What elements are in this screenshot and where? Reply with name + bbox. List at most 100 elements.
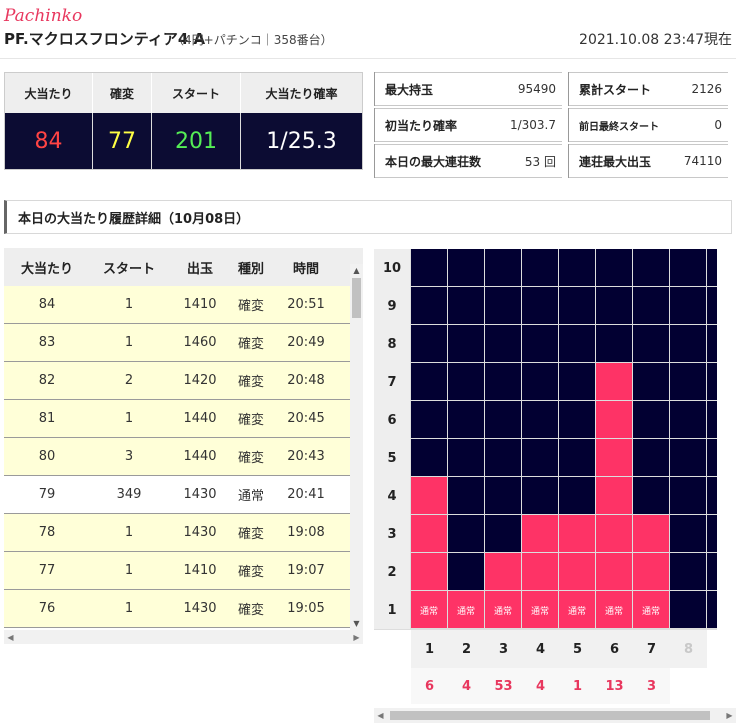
graph-bar-cell — [596, 401, 632, 438]
graph-empty-cell — [522, 249, 558, 286]
history-cell-hit: 80 — [38, 449, 56, 464]
graph-x-label: 6 — [596, 630, 633, 668]
history-cell-hit: 78 — [38, 525, 56, 540]
history-cell-time: 20:45 — [287, 411, 325, 426]
summary-header-start: スタート — [152, 73, 241, 113]
graph-chain-count: 4 — [448, 668, 485, 704]
stat-max-chain-payout: 連荘最大出玉 74110 — [568, 144, 728, 178]
table-row: 81 1 1440 確変 20:45 — [4, 400, 363, 438]
table-row: 78 1 1430 確変 19:08 — [4, 514, 363, 552]
graph-empty-cell — [633, 477, 669, 514]
graph-bar-cell — [559, 553, 595, 590]
graph-empty-cell — [448, 477, 484, 514]
history-cell-type: 確変 — [237, 413, 264, 428]
graph-empty-cell — [522, 401, 558, 438]
graph-empty-cell — [559, 401, 595, 438]
history-cell-payout: 1460 — [183, 335, 217, 350]
graph-horizontal-scrollbar[interactable]: ◀ ▶ — [374, 708, 736, 723]
scroll-thumb[interactable] — [352, 278, 361, 318]
history-cell-start: 1 — [124, 525, 134, 540]
history-col-time: 時間 — [292, 261, 319, 277]
graph-empty-cell — [559, 477, 595, 514]
graph-empty-cell — [448, 553, 484, 590]
graph-empty-cell — [707, 287, 717, 324]
graph-empty-cell — [559, 325, 595, 362]
graph-empty-cell — [411, 325, 447, 362]
graph-empty-cell — [559, 287, 595, 324]
graph-empty-cell — [448, 515, 484, 552]
summary-header-kakuhen: 確変 — [93, 73, 152, 113]
stat-value: 1/303.7 — [509, 118, 556, 132]
graph-y-label: 1 — [374, 591, 410, 629]
history-cell-hit: 77 — [38, 563, 56, 578]
graph-empty-cell — [596, 249, 632, 286]
graph-empty-cell — [522, 477, 558, 514]
history-cell-start: 1 — [124, 335, 134, 350]
graph-empty-cell — [707, 249, 717, 286]
scroll-down-arrow-icon[interactable]: ▼ — [350, 617, 363, 630]
graph-empty-cell — [707, 477, 717, 514]
history-cell-hit: 83 — [38, 335, 56, 350]
graph-bar-cell — [596, 363, 632, 400]
graph-x-label: 7 — [633, 630, 670, 668]
scroll-thumb[interactable] — [390, 711, 710, 720]
history-cell-type: 通常 — [237, 489, 264, 504]
graph-empty-cell — [411, 249, 447, 286]
graph-bar-cell: 通常 — [411, 591, 447, 628]
graph-bar-cell: 通常 — [448, 591, 484, 628]
graph-empty-cell — [411, 401, 447, 438]
graph-empty-cell — [522, 439, 558, 476]
graph-empty-cell — [633, 439, 669, 476]
history-horizontal-scrollbar[interactable]: ◀ ▶ — [4, 630, 363, 644]
graph-bar-cell — [485, 553, 521, 590]
graph-empty-cell — [448, 249, 484, 286]
graph-empty-cell — [596, 325, 632, 362]
graph-chain-count: 13 — [596, 668, 633, 704]
graph-bar-cell — [596, 439, 632, 476]
graph-bar-cell — [596, 515, 632, 552]
history-cell-time: 19:05 — [287, 601, 325, 616]
graph-chain-count: 4 — [522, 668, 559, 704]
stat-value: 95490 — [517, 82, 556, 96]
graph-empty-cell — [485, 401, 521, 438]
graph-bar-cell — [411, 553, 447, 590]
graph-bar-cell — [559, 515, 595, 552]
history-col-start: スタート — [102, 261, 155, 277]
history-cell-type: 確変 — [237, 337, 264, 352]
graph-empty-cell — [448, 325, 484, 362]
graph-empty-cell — [670, 477, 706, 514]
graph-empty-cell — [633, 287, 669, 324]
scroll-right-arrow-icon[interactable]: ▶ — [350, 630, 363, 644]
scroll-right-arrow-icon[interactable]: ▶ — [723, 708, 736, 723]
history-cell-hit: 82 — [38, 373, 56, 388]
graph-bar-type-label: 通常 — [567, 607, 586, 617]
history-cell-time: 20:48 — [287, 373, 325, 388]
history-cell-time: 19:07 — [287, 563, 325, 578]
header-divider — [0, 58, 736, 59]
history-cell-payout: 1410 — [183, 297, 217, 312]
history-list[interactable]: 大当たり スタート 出玉 種別 時間 84 1 1410 確変 20:51 83 1 1460… — [4, 248, 363, 630]
graph-y-label: 10 — [374, 249, 410, 287]
graph-empty-cell — [485, 477, 521, 514]
stat-label: 本日の最大連荘数 — [385, 154, 482, 169]
graph-empty-cell — [633, 325, 669, 362]
stat-max-chain: 本日の最大連荘数 53 回 — [374, 144, 562, 178]
graph-x-label: 1 — [411, 630, 448, 668]
graph-empty-cell — [411, 363, 447, 400]
scroll-left-arrow-icon[interactable]: ◀ — [4, 630, 17, 644]
stat-value: 53 回 — [524, 154, 556, 169]
history-cell-hit: 84 — [38, 297, 56, 312]
graph-bar-type-label: 通常 — [641, 607, 660, 617]
graph-empty-cell — [448, 287, 484, 324]
history-vertical-scrollbar[interactable]: ▲ ▼ — [350, 264, 363, 630]
graph-empty-cell — [448, 439, 484, 476]
graph-empty-cell — [707, 325, 717, 362]
graph-bar-cell — [411, 477, 447, 514]
scroll-up-arrow-icon[interactable]: ▲ — [350, 264, 363, 277]
history-cell-payout: 1410 — [183, 563, 217, 578]
stat-label: 累計スタート — [579, 82, 652, 97]
graph-empty-cell — [633, 363, 669, 400]
machine-info: （4円+パチンコ｜358番台） — [172, 33, 333, 47]
summary-value-probability: 1/25.3 — [266, 128, 337, 154]
scroll-left-arrow-icon[interactable]: ◀ — [374, 708, 387, 723]
